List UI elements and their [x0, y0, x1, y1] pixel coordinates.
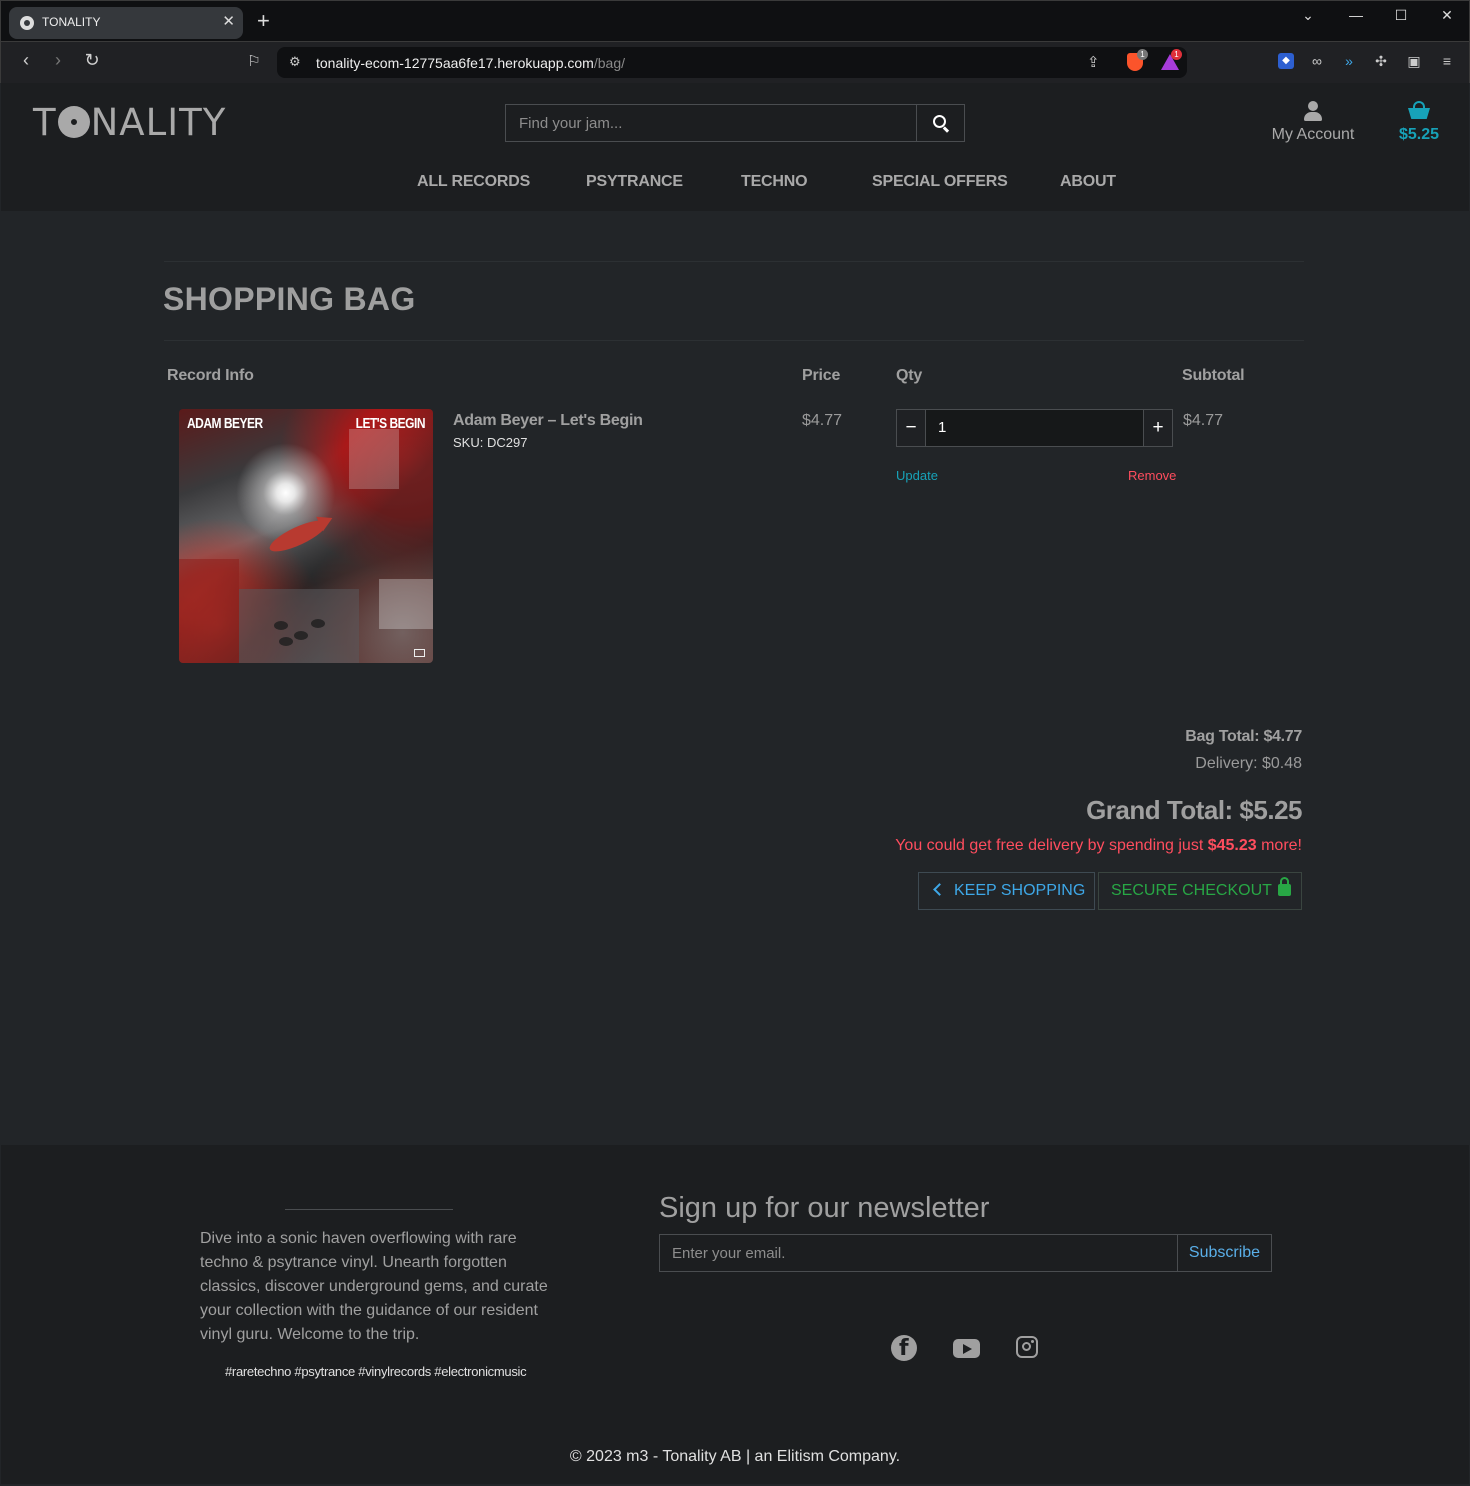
site-footer: Dive into a sonic haven overflowing with… — [1, 1145, 1469, 1484]
maximize-button[interactable]: ☐ — [1386, 7, 1416, 24]
lock-icon — [1277, 877, 1291, 896]
bag-amount: $5.25 — [1398, 126, 1440, 143]
browser-menu-icon[interactable]: ≡ — [1439, 53, 1455, 69]
search-input[interactable] — [506, 105, 916, 141]
free-delivery-amount: $45.23 — [1207, 837, 1257, 854]
nav-psytrance[interactable]: PSYTRANCE — [586, 173, 683, 191]
sidebar-toggle-icon[interactable]: ▣ — [1406, 53, 1422, 69]
my-account-label: My Account — [1271, 126, 1355, 143]
facebook-icon[interactable] — [891, 1335, 917, 1361]
rewards-badge: 1 — [1171, 49, 1182, 60]
search-icon — [933, 115, 946, 128]
tab-search-chevron-icon[interactable]: ⌄ — [1293, 7, 1323, 24]
nav-special-offers[interactable]: SPECIAL OFFERS — [872, 173, 1008, 191]
newsletter-form: Subscribe — [659, 1234, 1272, 1272]
increment-button[interactable]: + — [1144, 410, 1172, 446]
product-name: Adam Beyer – Let's Begin — [453, 412, 643, 429]
bookmark-icon[interactable]: ⚐ — [243, 52, 265, 70]
nav-about[interactable]: ABOUT — [1060, 173, 1116, 191]
search-form — [505, 104, 965, 142]
about-text: Dive into a sonic haven overflowing with… — [200, 1230, 548, 1343]
hashtags: #raretechno #psytrance #vinylrecords #el… — [225, 1364, 527, 1379]
decrement-button[interactable]: − — [897, 410, 925, 446]
minimize-button[interactable]: — — [1341, 7, 1371, 23]
quantity-input[interactable]: 1 — [925, 410, 1144, 446]
grand-total: Grand Total: $5.25 — [1086, 795, 1302, 825]
product-price: $4.77 — [802, 412, 843, 429]
instagram-icon[interactable] — [1016, 1336, 1038, 1358]
youtube-icon[interactable] — [953, 1339, 980, 1358]
bag-total: Bag Total: $4.77 — [1185, 728, 1302, 745]
record-cover-image[interactable]: ADAM BEYER LET'S BEGIN — [179, 409, 433, 663]
my-account-link[interactable]: My Account — [1261, 101, 1365, 144]
site-logo[interactable]: T NALITY — [33, 101, 226, 144]
free-delivery-notice: You could get free delivery by spending … — [895, 837, 1302, 854]
user-icon — [1304, 101, 1322, 121]
shields-badge: 1 — [1137, 49, 1148, 60]
extension-wave-icon[interactable]: » — [1341, 53, 1357, 69]
basket-icon — [1408, 101, 1430, 119]
email-field[interactable] — [660, 1235, 1178, 1271]
update-link[interactable]: Update — [896, 468, 938, 483]
product-sku: SKU: DC297 — [453, 435, 528, 450]
column-header-qty: Qty — [896, 367, 923, 384]
remove-link[interactable]: Remove — [1128, 468, 1176, 483]
nav-all-records[interactable]: ALL RECORDS — [417, 173, 530, 191]
share-icon[interactable]: ⇪ — [1087, 53, 1100, 71]
extension-glasses-icon[interactable]: ∞ — [1309, 53, 1325, 69]
chevron-left-icon — [933, 883, 946, 896]
cover-title-text: LET'S BEGIN — [355, 415, 426, 432]
cover-artist-text: ADAM BEYER — [187, 415, 263, 432]
vinyl-record-icon — [57, 106, 90, 138]
tab-favicon-icon — [20, 16, 34, 30]
divider — [164, 340, 1304, 341]
tab-close-icon[interactable]: ✕ — [222, 12, 235, 30]
site-header: TNALITY My Account $5.25 ALL RECORDS PSY… — [1, 83, 1469, 211]
column-header-record-info: Record Info — [167, 367, 254, 384]
address-bar[interactable]: ⚙ tonality-ecom-12775aa6fe17.herokuapp.c… — [277, 47, 1187, 78]
page-title: SHOPPING BAG — [163, 281, 416, 317]
new-tab-button[interactable]: + — [257, 9, 270, 33]
back-button[interactable]: ‹ — [15, 50, 37, 71]
bitwarden-extension-icon[interactable]: ◆ — [1278, 53, 1294, 69]
browser-tab-strip: TONALITY ✕ + ⌄ — ☐ ✕ — [0, 0, 1470, 42]
copyright: © 2023 m3 - Tonality AB | an Elitism Com… — [569, 1448, 901, 1465]
column-header-price: Price — [802, 367, 841, 384]
reload-button[interactable]: ↻ — [81, 50, 103, 71]
browser-tab[interactable]: TONALITY ✕ — [9, 7, 243, 39]
browser-toolbar: ‹ › ↻ ⚐ ⚙ tonality-ecom-12775aa6fe17.her… — [0, 42, 1470, 83]
divider — [164, 261, 1304, 262]
forward-button[interactable]: › — [47, 50, 69, 71]
close-window-button[interactable]: ✕ — [1432, 7, 1462, 24]
product-subtotal: $4.77 — [1183, 412, 1224, 429]
secure-checkout-button[interactable]: SECURE CHECKOUT — [1098, 872, 1302, 910]
search-button[interactable] — [916, 105, 964, 141]
site-settings-icon[interactable]: ⚙ — [289, 54, 301, 70]
delivery-cost: Delivery: $0.48 — [1195, 755, 1302, 772]
quantity-stepper: − 1 + — [896, 409, 1173, 447]
divider — [285, 1209, 453, 1210]
nav-techno[interactable]: TECHNO — [741, 173, 808, 191]
column-header-subtotal: Subtotal — [1182, 367, 1245, 384]
url-text[interactable]: tonality-ecom-12775aa6fe17.herokuapp.com… — [316, 55, 625, 71]
newsletter-title: Sign up for our newsletter — [659, 1192, 990, 1224]
keep-shopping-button[interactable]: KEEP SHOPPING — [918, 872, 1095, 910]
drumcode-logo-icon — [414, 649, 425, 657]
subscribe-button[interactable]: Subscribe — [1177, 1235, 1271, 1271]
tab-title: TONALITY — [42, 15, 101, 29]
shopping-bag-link[interactable]: $5.25 — [1391, 101, 1447, 144]
extensions-puzzle-icon[interactable]: ✣ — [1373, 53, 1389, 69]
